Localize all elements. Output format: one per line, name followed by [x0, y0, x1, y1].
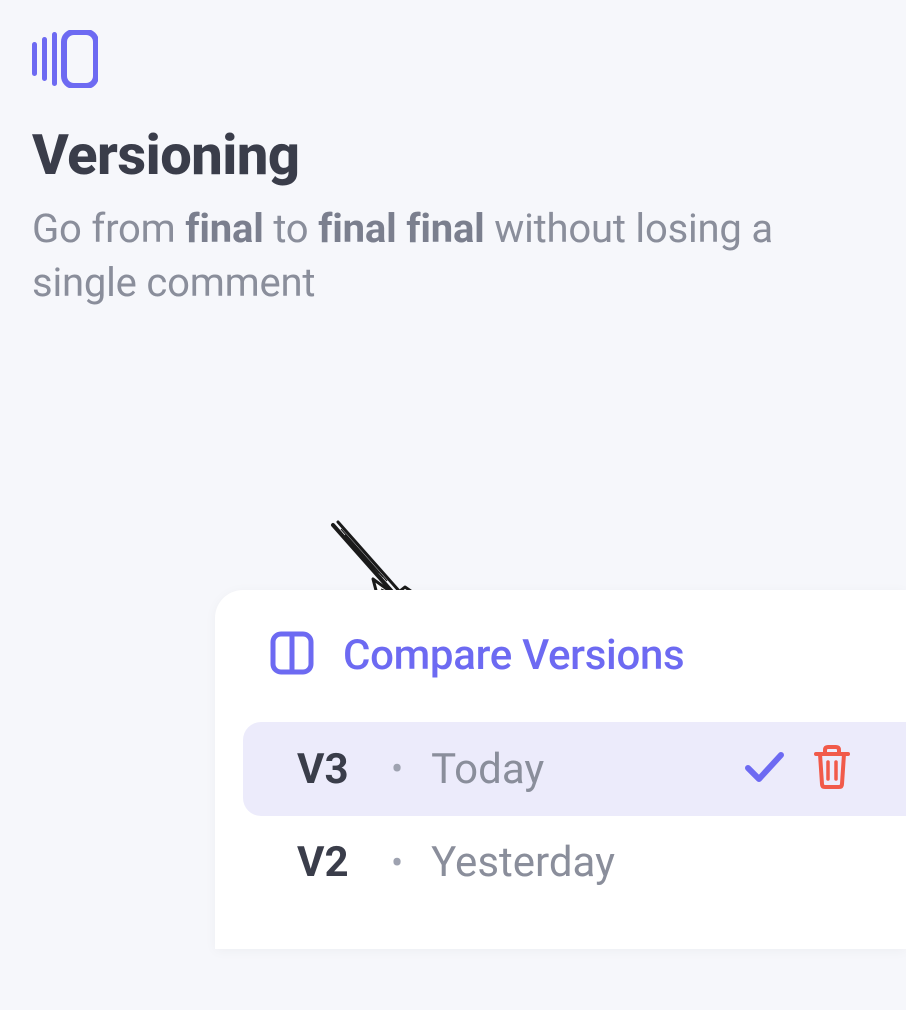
trash-icon[interactable] — [812, 744, 852, 794]
versioning-icon — [32, 30, 874, 92]
version-row[interactable]: V3 • Today — [243, 722, 906, 816]
separator-dot-icon: • — [391, 751, 403, 787]
page-subtitle: Go from final to final final without los… — [32, 202, 874, 310]
compare-versions-label: Compare Versions — [343, 631, 684, 680]
columns-icon — [269, 630, 315, 680]
page-title: Versioning — [32, 122, 874, 188]
check-icon[interactable] — [742, 745, 786, 793]
compare-versions-button[interactable]: Compare Versions — [215, 630, 906, 722]
separator-dot-icon: • — [391, 845, 403, 881]
version-id: V2 — [297, 838, 363, 887]
version-date: Yesterday — [431, 838, 852, 887]
version-row[interactable]: V2 • Yesterday — [243, 816, 906, 909]
versions-card: Compare Versions V3 • Today V2 — [215, 590, 906, 949]
version-date: Today — [431, 745, 714, 794]
version-id: V3 — [297, 745, 363, 794]
